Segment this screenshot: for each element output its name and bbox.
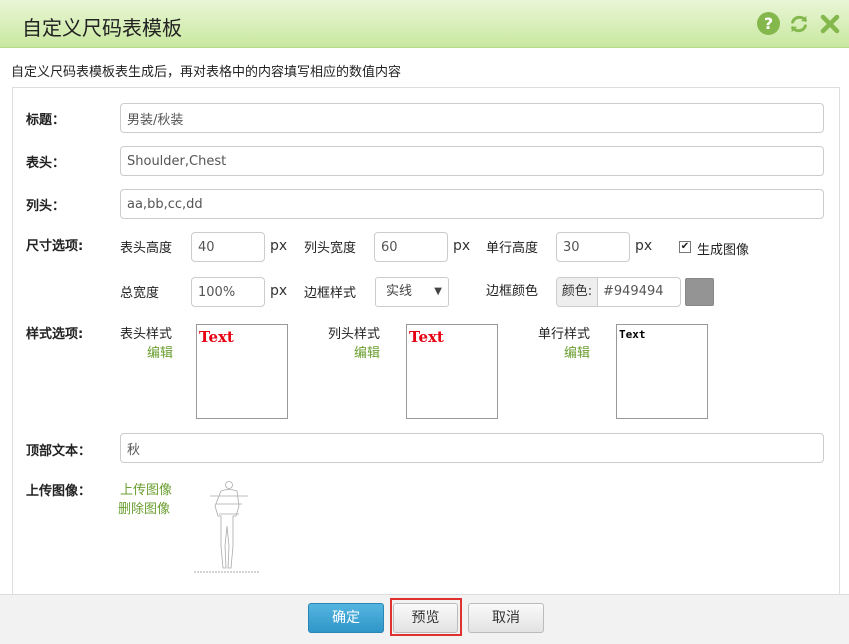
dialog-description: 自定义尺码表模板表生成后，再对表格中的内容填写相应的数值内容 xyxy=(11,65,402,80)
row-style-preview-text: Text xyxy=(619,328,646,341)
header-height-label: 表头高度 xyxy=(120,241,173,256)
header-height-unit: px xyxy=(270,238,288,254)
border-style-label: 边框样式 xyxy=(304,286,357,301)
column-style-preview-text: Text xyxy=(409,328,444,346)
delete-image-link[interactable]: 删除图像 xyxy=(118,498,170,517)
help-icon[interactable]: ? xyxy=(757,12,780,35)
header-height-input[interactable] xyxy=(191,232,265,262)
generate-image-checkbox[interactable]: ✔ xyxy=(679,241,691,253)
top-text-label: 顶部文本： xyxy=(26,444,92,459)
header-style-edit-link[interactable]: 编辑 xyxy=(147,342,173,361)
color-swatch[interactable] xyxy=(685,278,714,306)
border-color-field[interactable]: 颜色: #949494 xyxy=(556,277,681,307)
close-icon[interactable] xyxy=(818,12,841,35)
generate-image-label: 生成图像 xyxy=(697,243,750,258)
column-width-unit: px xyxy=(453,238,471,254)
column-style-edit-link[interactable]: 编辑 xyxy=(354,342,380,361)
preview-button-highlight xyxy=(390,598,462,636)
refresh-icon[interactable] xyxy=(787,12,810,35)
header-style-preview-text: Text xyxy=(199,328,234,346)
title-input[interactable] xyxy=(120,103,824,133)
top-text-input[interactable] xyxy=(120,433,824,463)
dialog-title: 自定义尺码表模板 xyxy=(22,16,182,40)
total-width-label: 总宽度 xyxy=(120,286,160,301)
cancel-button[interactable]: 取消 xyxy=(468,603,544,633)
uploaded-image-thumbnail xyxy=(194,481,260,573)
style-options-label: 样式选项: xyxy=(26,327,84,342)
header-style-label: 表头样式 xyxy=(120,327,173,342)
column-width-label: 列头宽度 xyxy=(304,241,357,256)
title-label: 标题： xyxy=(26,113,66,128)
column-style-preview: Text xyxy=(406,324,498,419)
border-color-label: 边框颜色 xyxy=(486,284,539,299)
row-style-edit-link[interactable]: 编辑 xyxy=(564,342,590,361)
total-width-input[interactable] xyxy=(191,277,265,307)
border-color-value: #949494 xyxy=(603,284,664,299)
row-style-preview: Text xyxy=(616,324,708,419)
dropdown-arrow-icon: ▼ xyxy=(434,286,442,297)
header-style-preview: Text xyxy=(196,324,288,419)
row-style-label: 单行样式 xyxy=(538,327,591,342)
column-header-input[interactable] xyxy=(120,189,824,219)
header-label: 表头： xyxy=(26,156,66,171)
column-style-label: 列头样式 xyxy=(328,327,381,342)
total-width-unit: px xyxy=(270,283,288,299)
color-addon: 颜色: xyxy=(557,278,598,306)
upload-image-label: 上传图像： xyxy=(26,484,92,499)
row-height-unit: px xyxy=(635,238,653,254)
border-style-value: 实线 xyxy=(386,284,413,299)
header-input[interactable] xyxy=(120,146,824,176)
confirm-button[interactable]: 确定 xyxy=(308,603,384,633)
row-height-input[interactable] xyxy=(556,232,630,262)
column-header-label: 列头： xyxy=(26,199,66,214)
size-options-label: 尺寸选项: xyxy=(26,239,84,254)
column-width-input[interactable] xyxy=(374,232,448,262)
row-height-label: 单行高度 xyxy=(486,241,539,256)
upload-image-link[interactable]: 上传图像 xyxy=(120,479,172,498)
border-style-select[interactable]: 实线 ▼ xyxy=(375,277,449,307)
